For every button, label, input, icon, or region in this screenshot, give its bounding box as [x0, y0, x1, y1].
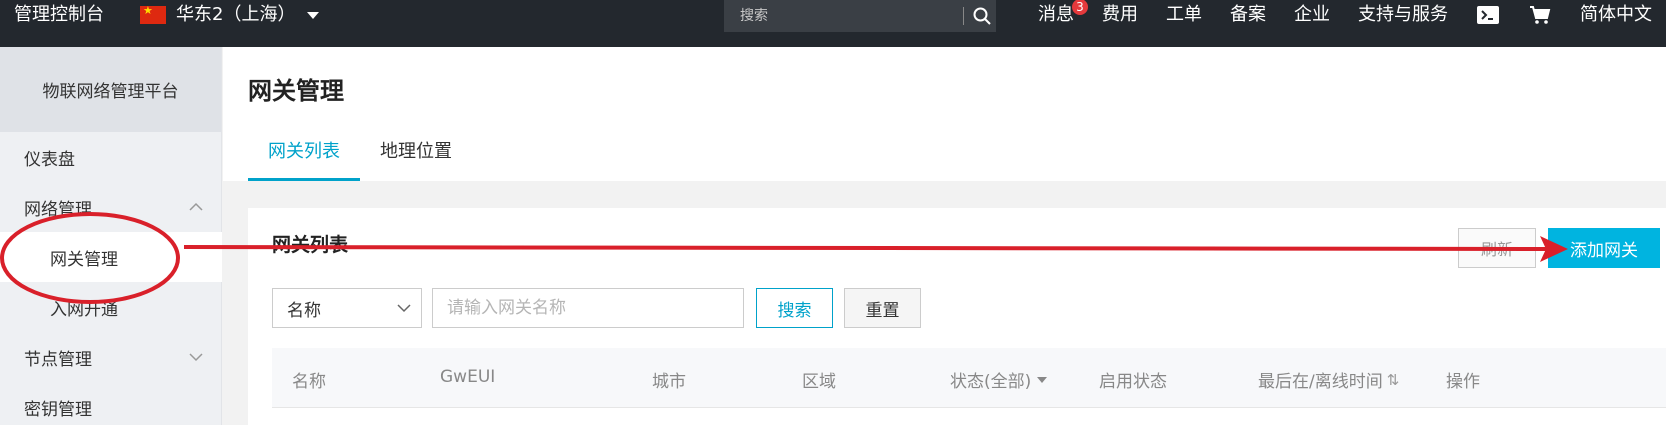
column-header-last-online[interactable]: 最后在/离线时间 ⇅ — [1258, 367, 1400, 393]
gateway-list-panel: 网关列表 刷新 添加网关 名称 搜索 重置 名称 GwEUI 城市 区域 状态(… — [248, 208, 1666, 425]
sort-icon: ⇅ — [1386, 370, 1400, 389]
sidebar-item-label: 网络管理 — [24, 199, 92, 220]
page-header: 网关管理 网关列表 地理位置 — [223, 47, 1666, 181]
region-label: 华东2（上海） — [176, 4, 296, 25]
sidebar-item-network-management[interactable]: 网络管理 — [0, 182, 221, 232]
search-icon[interactable] — [972, 6, 992, 26]
reset-button[interactable]: 重置 — [844, 288, 921, 328]
gateway-name-input[interactable] — [432, 288, 744, 328]
top-nav-links: 消息 3 费用 工单 备案 企业 支持与服务 简体中文 — [1010, 0, 1652, 27]
column-header-enabled: 启用状态 — [1099, 367, 1167, 392]
column-header-label: 最后在/离线时间 — [1258, 372, 1383, 392]
column-header-name: 名称 — [292, 367, 326, 392]
filter-field-select[interactable]: 名称 — [272, 288, 422, 328]
nav-support[interactable]: 支持与服务 — [1358, 3, 1448, 27]
filter-field-value: 名称 — [287, 300, 321, 321]
main-content: 网关管理 网关列表 地理位置 网关列表 刷新 添加网关 名称 搜索 重置 名称 … — [223, 47, 1666, 425]
tab-geo-location[interactable]: 地理位置 — [360, 133, 472, 181]
search-button[interactable]: 搜索 — [756, 288, 833, 328]
column-header-label: GwEUI — [440, 367, 496, 387]
column-header-label: 启用状态 — [1099, 372, 1167, 392]
terminal-icon[interactable] — [1476, 3, 1500, 27]
refresh-button[interactable]: 刷新 — [1458, 228, 1536, 268]
sidebar-item-key-management[interactable]: 密钥管理 — [0, 382, 221, 425]
top-navigation-bar: 管理控制台 ★ 华东2（上海） 消息 3 费用 工单 备案 企业 支持与服务 简… — [0, 0, 1666, 47]
nav-tickets[interactable]: 工单 — [1166, 3, 1202, 27]
caret-down-icon — [307, 11, 320, 19]
sidebar-item-gateway-management[interactable]: 网关管理 — [0, 232, 222, 282]
nav-billing[interactable]: 费用 — [1102, 3, 1138, 27]
sidebar-item-label: 入网开通 — [50, 299, 118, 320]
panel-title: 网关列表 — [272, 234, 349, 256]
chevron-down-icon — [189, 353, 203, 362]
tab-bar: 网关列表 地理位置 — [248, 133, 472, 181]
column-header-label: 城市 — [652, 372, 686, 392]
column-header-gweui: GwEUI — [440, 367, 495, 387]
column-header-actions: 操作 — [1446, 367, 1480, 392]
table-header: 名称 GwEUI 城市 区域 状态(全部) 启用状态 最后在/离线时间 ⇅ 操作 — [272, 348, 1666, 408]
cart-icon[interactable] — [1528, 3, 1552, 27]
column-header-city: 城市 — [652, 367, 686, 392]
sidebar-item-dashboard[interactable]: 仪表盘 — [0, 132, 221, 182]
china-flag-icon: ★ — [140, 5, 166, 24]
column-header-status-filter[interactable]: 状态(全部) — [950, 367, 1048, 392]
language-switcher[interactable]: 简体中文 — [1580, 3, 1652, 27]
nav-messages[interactable]: 消息 3 — [1038, 0, 1088, 27]
message-count-badge: 3 — [1072, 0, 1088, 15]
global-search-input[interactable] — [724, 0, 960, 32]
sidebar: 物联网络管理平台 仪表盘 网络管理 网关管理 入网开通 节点管理 密钥管理 — [0, 47, 222, 425]
nav-enterprise[interactable]: 企业 — [1294, 3, 1330, 27]
column-header-label: 区域 — [802, 372, 836, 392]
sidebar-item-label: 网关管理 — [50, 249, 118, 270]
chevron-up-icon — [189, 202, 203, 211]
region-selector[interactable]: ★ 华东2（上海） — [140, 4, 320, 26]
column-header-label: 名称 — [292, 372, 326, 392]
tab-gateway-list[interactable]: 网关列表 — [248, 133, 360, 181]
page-title: 网关管理 — [248, 77, 344, 105]
column-header-label: 操作 — [1446, 372, 1480, 392]
sidebar-item-label: 密钥管理 — [24, 399, 92, 420]
search-divider — [963, 7, 964, 25]
column-header-label: 状态(全部) — [950, 372, 1032, 392]
chevron-down-icon — [397, 304, 411, 313]
global-search — [724, 0, 996, 32]
add-gateway-button[interactable]: 添加网关 — [1548, 228, 1660, 268]
sidebar-item-node-management[interactable]: 节点管理 — [0, 332, 221, 382]
column-header-region: 区域 — [802, 367, 836, 392]
console-home-link[interactable]: 管理控制台 — [14, 4, 104, 26]
nav-messages-label: 消息 — [1038, 4, 1074, 25]
platform-title: 物联网络管理平台 — [0, 47, 221, 132]
caret-down-icon — [1037, 376, 1048, 383]
nav-icp[interactable]: 备案 — [1230, 3, 1266, 27]
sidebar-item-label: 节点管理 — [24, 349, 92, 370]
sidebar-item-label: 仪表盘 — [24, 149, 75, 170]
sidebar-item-network-access[interactable]: 入网开通 — [0, 282, 221, 332]
